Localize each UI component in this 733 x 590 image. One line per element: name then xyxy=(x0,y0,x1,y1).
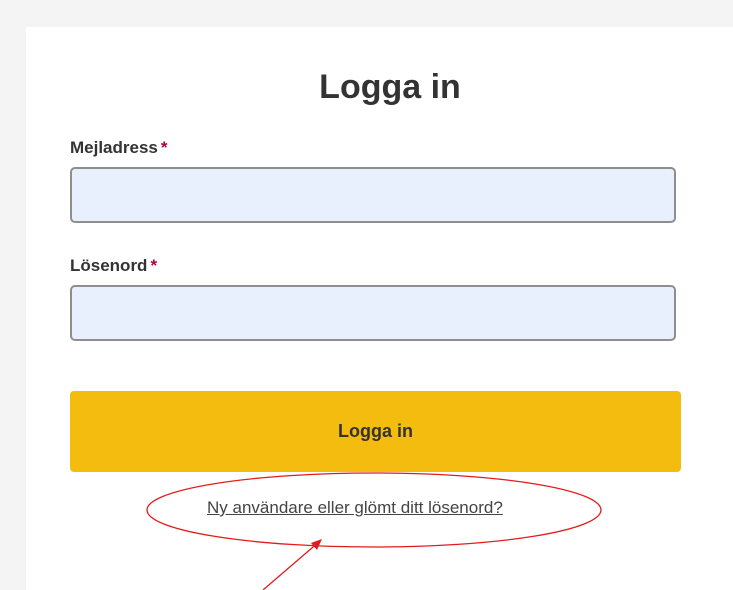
password-required-marker: * xyxy=(150,256,158,275)
forgot-password-link[interactable]: Ny användare eller glömt ditt lösenord? xyxy=(207,498,503,518)
page-title: Logga in xyxy=(319,68,461,106)
password-label: Lösenord * xyxy=(70,256,157,276)
login-button[interactable]: Logga in xyxy=(70,391,681,472)
password-field[interactable] xyxy=(70,285,676,341)
email-field[interactable] xyxy=(70,167,676,223)
email-label: Mejladress * xyxy=(70,138,168,158)
password-label-text: Lösenord xyxy=(70,256,148,275)
email-required-marker: * xyxy=(160,138,168,157)
email-label-text: Mejladress xyxy=(70,138,158,157)
